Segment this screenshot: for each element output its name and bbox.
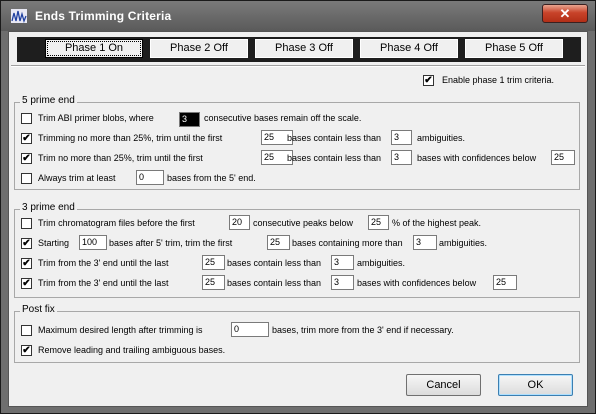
trim-chromatogram-label-3: % of the highest peak. xyxy=(392,218,482,228)
abi-blobs-checkbox[interactable] xyxy=(21,113,32,124)
three-confidence-threshold-field[interactable]: 25 xyxy=(493,275,517,290)
three-ambig-bases-field[interactable]: 25 xyxy=(202,255,225,270)
three-ambig-label-3: ambiguities. xyxy=(357,258,406,268)
trim-first-bases-field[interactable]: 25 xyxy=(267,235,290,250)
starting-bases-field[interactable]: 100 xyxy=(79,235,107,250)
abi-blobs-label: Trim ABI primer blobs, where xyxy=(38,113,154,123)
tab-phase-4[interactable]: Phase 4 Off xyxy=(360,39,458,58)
always-trim-field[interactable]: 0 xyxy=(136,170,164,185)
trim-chromatogram-checkbox[interactable] xyxy=(21,218,32,229)
starting-checkbox[interactable]: ✔ xyxy=(21,238,32,249)
tab-phase-3[interactable]: Phase 3 Off xyxy=(255,39,353,58)
remove-ambiguous-checkbox[interactable]: ✔ xyxy=(21,345,32,356)
always-trim-label: Always trim at least xyxy=(38,173,116,183)
always-trim-label-2: bases from the 5' end. xyxy=(167,173,256,183)
three-confidence-label-2: bases contain less than xyxy=(227,278,322,288)
abi-blobs-label-2: consecutive bases remain off the scale. xyxy=(204,113,362,123)
peak-percent-field[interactable]: 25 xyxy=(368,215,389,230)
five-confidence-label-3: bases with confidences below xyxy=(417,153,537,163)
starting-ambig-field[interactable]: 3 xyxy=(413,235,437,250)
three-confidence-bases-field[interactable]: 25 xyxy=(202,275,225,290)
ok-button[interactable]: OK xyxy=(498,374,573,396)
tab-separator xyxy=(11,65,585,67)
five-ambig-checkbox[interactable]: ✔ xyxy=(21,133,32,144)
five-ambig-count-field[interactable]: 3 xyxy=(391,130,412,145)
three-ambig-checkbox[interactable]: ✔ xyxy=(21,258,32,269)
starting-label-4: ambiguities. xyxy=(439,238,488,248)
three-confidence-label-3: bases with confidences below xyxy=(357,278,477,288)
trim-chromatogram-label-2: consecutive peaks below xyxy=(253,218,354,228)
three-ambig-label-2: bases contain less than xyxy=(227,258,322,268)
enable-phase-label: Enable phase 1 trim criteria. xyxy=(442,75,555,85)
dialog-client: Phase 1 On Phase 2 Off Phase 3 Off Phase… xyxy=(8,31,588,407)
tab-phase-5[interactable]: Phase 5 Off xyxy=(465,39,563,58)
starting-label: Starting xyxy=(38,238,70,248)
title-bar[interactable]: Ends Trimming Criteria ✕ xyxy=(1,1,595,31)
trim-chromatogram-label: Trim chromatogram files before the first xyxy=(38,218,195,228)
phase-tab-bar: Phase 1 On Phase 2 Off Phase 3 Off Phase… xyxy=(17,37,581,62)
three-ambig-label: Trim from the 3' end until the last xyxy=(38,258,169,268)
three-ambig-count-field[interactable]: 3 xyxy=(331,255,354,270)
five-ambig-label: Trimming no more than 25%, trim until th… xyxy=(38,133,223,143)
five-confidence-threshold-field[interactable]: 25 xyxy=(551,150,575,165)
five-prime-title: 5 prime end xyxy=(20,95,77,106)
max-length-field[interactable]: 0 xyxy=(231,322,269,337)
five-confidence-count-field[interactable]: 3 xyxy=(391,150,412,165)
five-ambig-label-3: ambiguities. xyxy=(417,133,466,143)
close-button[interactable]: ✕ xyxy=(542,4,588,23)
remove-ambiguous-label: Remove leading and trailing ambiguous ba… xyxy=(38,345,226,355)
always-trim-checkbox[interactable] xyxy=(21,173,32,184)
max-length-label: Maximum desired length after trimming is xyxy=(38,325,203,335)
max-length-label-2: bases, trim more from the 3' end if nece… xyxy=(272,325,454,335)
enable-phase-checkbox[interactable]: ✔ xyxy=(423,75,434,86)
five-confidence-label: Trim no more than 25%, trim until the fi… xyxy=(38,153,203,163)
tab-phase-1[interactable]: Phase 1 On xyxy=(45,39,143,58)
dialog-window: Ends Trimming Criteria ✕ Phase 1 On Phas… xyxy=(0,0,596,414)
three-prime-title: 3 prime end xyxy=(20,202,77,213)
window-title: Ends Trimming Criteria xyxy=(35,9,172,23)
three-confidence-count-field[interactable]: 3 xyxy=(331,275,354,290)
three-confidence-label: Trim from the 3' end until the last xyxy=(38,278,169,288)
post-fix-title: Post fix xyxy=(20,304,57,315)
five-ambig-label-2: bases contain less than xyxy=(287,133,382,143)
five-confidence-label-2: bases contain less than xyxy=(287,153,382,163)
three-confidence-checkbox[interactable]: ✔ xyxy=(21,278,32,289)
abi-blobs-count-field[interactable]: 3 xyxy=(179,112,200,127)
five-confidence-checkbox[interactable]: ✔ xyxy=(21,153,32,164)
tab-phase-2[interactable]: Phase 2 Off xyxy=(150,39,248,58)
max-length-checkbox[interactable] xyxy=(21,325,32,336)
consecutive-peaks-field[interactable]: 20 xyxy=(229,215,250,230)
cancel-button[interactable]: Cancel xyxy=(406,374,481,396)
post-fix-group xyxy=(14,311,580,363)
starting-label-3: bases containing more than xyxy=(292,238,403,248)
app-chromatogram-icon xyxy=(11,9,27,23)
starting-label-2: bases after 5' trim, trim the first xyxy=(109,238,233,248)
